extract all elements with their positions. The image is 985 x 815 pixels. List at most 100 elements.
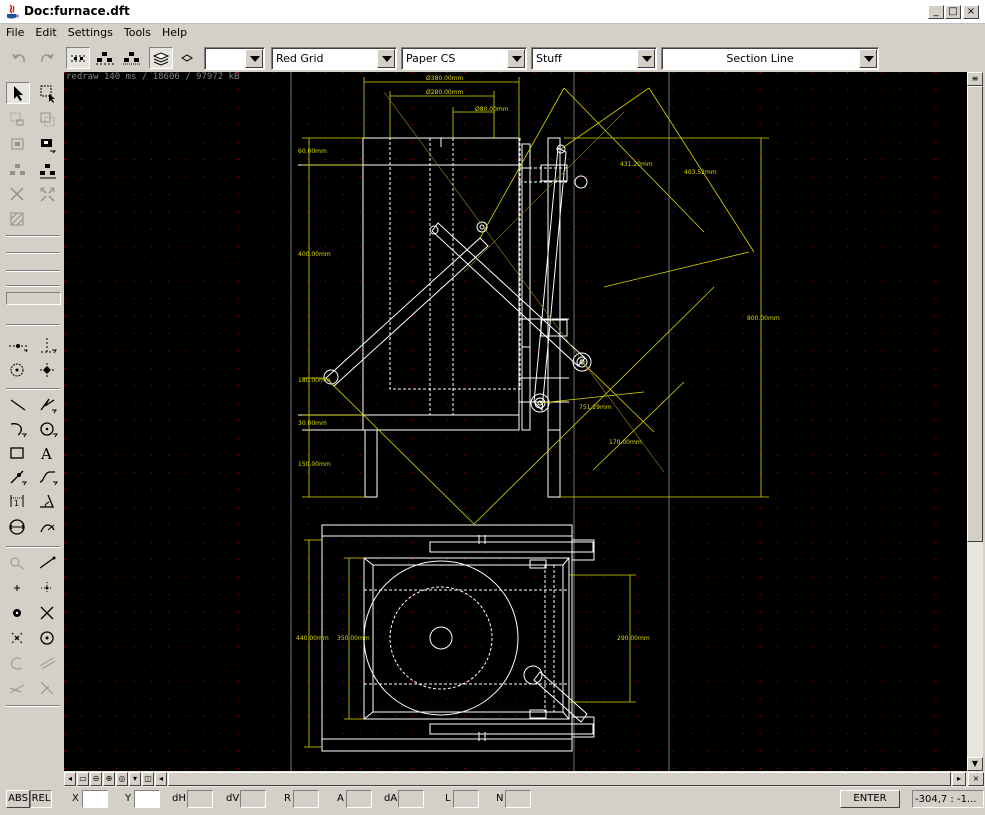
leader-tool[interactable] — [36, 516, 60, 538]
menu-edit[interactable]: Edit — [29, 24, 61, 39]
da-input[interactable] — [398, 790, 424, 808]
zoom-window-button[interactable]: ▭ — [77, 772, 89, 786]
ungroup-tool[interactable] — [36, 160, 60, 182]
vertical-scroll-thumb[interactable] — [967, 86, 983, 542]
scroll-down-button[interactable]: ▼ — [967, 757, 983, 771]
menu-help[interactable]: Help — [156, 24, 192, 39]
trim-tool[interactable] — [6, 627, 30, 649]
dh-input[interactable] — [187, 790, 213, 808]
arc-tool[interactable] — [6, 418, 30, 440]
circle-tool[interactable] — [36, 418, 60, 440]
shrink-arrows-icon — [10, 187, 24, 201]
tangent-tool[interactable] — [6, 677, 30, 699]
chevron-down-icon[interactable] — [245, 49, 263, 68]
chevron-down-icon[interactable] — [859, 49, 877, 68]
angle-dimension-tool[interactable] — [36, 490, 60, 512]
snap-vertical-tool[interactable] — [36, 335, 60, 357]
vertical-scrollbar[interactable]: ≡ ▼ — [967, 72, 983, 771]
menu-file[interactable]: File — [0, 24, 29, 39]
close-button[interactable]: × — [963, 5, 979, 19]
chevron-down-icon[interactable] — [507, 49, 525, 68]
y-input[interactable] — [134, 790, 160, 808]
redo-button[interactable] — [34, 47, 58, 69]
l-input[interactable] — [453, 790, 479, 808]
line-tool[interactable] — [6, 394, 30, 416]
spline-tool[interactable] — [36, 466, 60, 488]
rectangle-tool[interactable] — [6, 442, 30, 464]
grid-snap-button[interactable] — [66, 47, 90, 69]
layer-combo[interactable] — [204, 47, 265, 70]
grid-combo[interactable]: Red Grid — [271, 47, 397, 70]
snap-grid-tool[interactable] — [6, 335, 30, 357]
horizontal-scroll-thumb[interactable] — [168, 772, 951, 786]
modify-offset-tool[interactable] — [6, 552, 30, 574]
select-crossing-tool[interactable] — [36, 108, 60, 130]
rel-button[interactable]: REL — [30, 790, 52, 808]
coordinate-system-combo[interactable]: Paper CS — [401, 47, 527, 70]
undo-button[interactable] — [8, 47, 32, 69]
select-tool[interactable] — [6, 82, 30, 104]
group-tool[interactable] — [6, 160, 30, 182]
chevron-down-icon[interactable] — [637, 49, 655, 68]
snap-intersection-tool[interactable] — [36, 359, 60, 381]
gear-fill-tool[interactable] — [6, 602, 30, 624]
linetype-combo[interactable]: Section Line — [661, 47, 879, 70]
parallel-tool[interactable] — [36, 652, 60, 674]
polyline-tool[interactable] — [36, 394, 60, 416]
drawing-svg[interactable]: Ø380.00mm Ø280.00mm Ø80.00mm 60.00mm 400… — [64, 72, 967, 771]
zoom-in-button[interactable]: ⊕ — [103, 772, 115, 786]
dimension-icon — [10, 470, 27, 486]
a-input[interactable] — [346, 790, 372, 808]
bisector-tool[interactable] — [36, 677, 60, 699]
layers-button[interactable] — [149, 47, 173, 69]
split-view-button[interactable]: ◫ — [142, 772, 154, 786]
shrink-tool[interactable] — [6, 184, 30, 206]
zoom-prev-button[interactable]: ◂ — [64, 772, 76, 786]
drawing-canvas[interactable]: Ø380.00mm Ø280.00mm Ø80.00mm 60.00mm 400… — [64, 72, 967, 771]
scroll-right-button[interactable]: ▸ — [952, 772, 966, 786]
zoom-menu-button[interactable]: ▾ — [129, 772, 141, 786]
grid-display-button[interactable] — [120, 47, 144, 69]
point-grid-tool[interactable] — [36, 577, 60, 599]
menu-settings[interactable]: Settings — [62, 24, 118, 39]
modify-extend-tool[interactable] — [36, 552, 60, 574]
delete-tool[interactable] — [36, 602, 60, 624]
line-weight-field[interactable] — [6, 292, 61, 305]
radius-dimension-tool[interactable] — [6, 516, 30, 538]
abs-button[interactable]: ABS — [6, 790, 30, 808]
maximize-button[interactable]: □ — [945, 5, 961, 19]
scroll-up-button[interactable]: ≡ — [967, 72, 983, 86]
scroll-left-button[interactable]: ◂ — [155, 772, 167, 786]
select-window-tool[interactable] — [36, 82, 60, 104]
dim-label: 150.00mm — [298, 461, 331, 468]
layer-visibility-button[interactable] — [175, 47, 199, 69]
magnifier-minus-icon: ⊖ — [92, 774, 100, 783]
zoom-fit-button[interactable]: ◎ — [116, 772, 128, 786]
enter-button[interactable]: ENTER — [840, 790, 900, 808]
minimize-button[interactable]: _ — [928, 5, 944, 19]
block-tool[interactable] — [6, 134, 30, 156]
rotate-tool[interactable] — [6, 652, 30, 674]
snap-center-tool[interactable] — [6, 359, 30, 381]
center-mark-tool[interactable] — [36, 627, 60, 649]
n-input[interactable] — [505, 790, 531, 808]
dim-label: 170.00mm — [609, 439, 642, 446]
hatch-tool[interactable] — [6, 208, 30, 230]
block-insert-tool[interactable] — [36, 134, 60, 156]
chevron-down-icon[interactable] — [377, 49, 395, 68]
text-tool[interactable]: A — [36, 442, 60, 464]
close-view-button[interactable]: × — [968, 772, 984, 786]
expand-tool[interactable] — [36, 184, 60, 206]
menu-tools[interactable]: Tools — [118, 24, 156, 39]
horizontal-scrollbar[interactable]: ◂ ▭ ⊖ ⊕ ◎ ▾ ◫ ◂ ▸ × — [64, 771, 985, 787]
grid-view-button[interactable] — [93, 47, 117, 69]
dv-input[interactable] — [240, 790, 266, 808]
point-tool[interactable] — [6, 577, 30, 599]
linear-dimension-tool[interactable]: 1 — [6, 490, 30, 512]
stuff-combo[interactable]: Stuff — [531, 47, 657, 70]
dimension-tool[interactable] — [6, 466, 30, 488]
zoom-out-button[interactable]: ⊖ — [90, 772, 102, 786]
r-input[interactable] — [293, 790, 319, 808]
x-input[interactable] — [82, 790, 108, 808]
select-box-tool[interactable] — [6, 108, 30, 130]
